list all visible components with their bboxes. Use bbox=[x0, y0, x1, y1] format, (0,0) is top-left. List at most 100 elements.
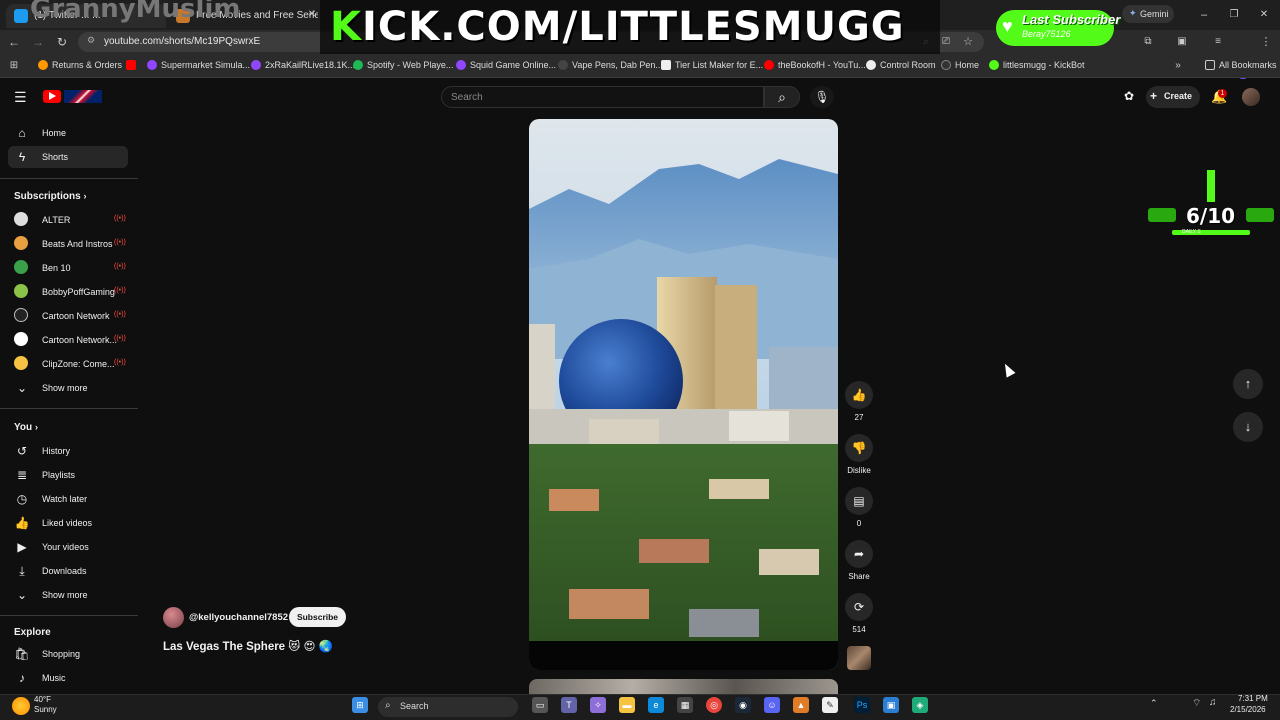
sidebar-item-liked-videos[interactable]: 👍 Liked videos bbox=[8, 512, 128, 534]
file-explorer-icon[interactable]: ▬ bbox=[619, 697, 635, 713]
sidebar-item-music[interactable]: ♪ Music bbox=[8, 667, 128, 689]
bookmark-item[interactable]: Returns & Orders bbox=[38, 60, 122, 70]
discord-icon[interactable]: ☺ bbox=[764, 697, 780, 713]
all-bookmarks[interactable]: All Bookmarks bbox=[1205, 60, 1277, 70]
clock-date[interactable]: 2/15/2026 bbox=[1230, 705, 1266, 714]
back-icon[interactable]: ← bbox=[6, 34, 22, 50]
sidebar-item-subscription[interactable]: ClipZone: Come... ((•)) bbox=[8, 353, 128, 375]
remix-count: 514 bbox=[852, 625, 866, 634]
teams-icon[interactable]: T bbox=[561, 697, 577, 713]
notepad-icon[interactable]: ✎ bbox=[822, 697, 838, 713]
app-icon[interactable]: ◈ bbox=[912, 697, 928, 713]
mouse-cursor bbox=[1000, 361, 1016, 378]
sidebar-item-label: Downloads bbox=[42, 566, 87, 576]
sidebar-item-history[interactable]: ↺ History bbox=[8, 440, 128, 462]
show-more-you[interactable]: ⌄ Show more bbox=[8, 584, 128, 606]
close-tab-icon[interactable]: ✕ bbox=[304, 7, 320, 23]
sidebar-item-watch-later[interactable]: ◷ Watch later bbox=[8, 488, 128, 510]
youtube-logo[interactable] bbox=[43, 90, 61, 103]
sidebar-item-subscription[interactable]: BobbyPoffGaming ((•)) bbox=[8, 281, 128, 303]
bookmark-item[interactable]: Squid Game Online... bbox=[456, 60, 556, 70]
avatar[interactable] bbox=[1242, 88, 1260, 106]
subscribe-button[interactable]: Subscribe bbox=[289, 607, 346, 627]
extensions-icon[interactable]: ⧉ bbox=[1140, 34, 1156, 50]
sidebar-item-subscription[interactable]: Beats And Instros ((•)) bbox=[8, 233, 128, 255]
sidebar-item-your-videos[interactable]: ▶ Your videos bbox=[8, 536, 128, 558]
bookmark-item[interactable]: Control Room bbox=[866, 60, 936, 70]
sound-thumbnail[interactable] bbox=[847, 646, 871, 670]
like-button[interactable]: 👍 27 bbox=[844, 381, 874, 422]
gear-icon[interactable]: ✿ bbox=[1124, 89, 1134, 103]
steam-icon[interactable]: ◉ bbox=[735, 697, 751, 713]
sidebar-item-subscription[interactable]: Ben 10 ((•)) bbox=[8, 257, 128, 279]
channel-avatar[interactable] bbox=[163, 607, 184, 628]
edge-icon[interactable]: e bbox=[648, 697, 664, 713]
sidebar-item-downloads[interactable]: ⤓ Downloads bbox=[8, 560, 128, 582]
comments-button[interactable]: ▤ 0 bbox=[844, 487, 874, 528]
minimize-icon[interactable]: – bbox=[1196, 7, 1212, 23]
taskbar-search[interactable]: ⌕ Search bbox=[378, 697, 518, 717]
remix-button[interactable]: ⟳ 514 bbox=[844, 593, 874, 634]
sidebar-item-home[interactable]: ⌂ Home bbox=[8, 122, 128, 144]
windows-start-icon[interactable]: ⊞ bbox=[352, 697, 368, 713]
app-icon[interactable]: ▣ bbox=[883, 697, 899, 713]
gemini-button[interactable]: ✦ Gemini bbox=[1122, 5, 1174, 23]
create-button[interactable]: + Create bbox=[1146, 86, 1200, 108]
thumbs-up-icon: 👍 bbox=[14, 516, 30, 530]
sidepanel-icon[interactable]: ▣ bbox=[1174, 34, 1190, 50]
volume-icon[interactable]: ♫ bbox=[1209, 697, 1217, 708]
forward-icon[interactable]: → bbox=[30, 34, 46, 50]
media-icon[interactable]: ≡ bbox=[1210, 34, 1226, 50]
sidebar-item-subscription[interactable]: ALTER ((•)) bbox=[8, 209, 128, 231]
dislike-button[interactable]: 👎 Dislike bbox=[844, 434, 874, 475]
search-input[interactable]: Search bbox=[441, 86, 764, 108]
vlc-icon[interactable]: ▲ bbox=[793, 697, 809, 713]
next-short-button[interactable]: ↓ bbox=[1233, 412, 1263, 442]
wifi-icon[interactable]: ⌔ bbox=[1192, 697, 1201, 710]
cast-icon[interactable]: ⎚ bbox=[938, 34, 954, 50]
bookmark-item[interactable]: littlesmugg - KickBot bbox=[989, 60, 1085, 70]
show-more-subscriptions[interactable]: ⌄ Show more bbox=[8, 377, 128, 399]
sidebar-item-subscription[interactable]: Cartoon Network ((•)) bbox=[8, 305, 128, 327]
reload-icon[interactable]: ↻ bbox=[54, 34, 70, 50]
history-icon: ↺ bbox=[16, 444, 28, 458]
channel-avatar bbox=[14, 236, 28, 250]
subscriptions-heading[interactable]: Subscriptions › bbox=[14, 191, 86, 202]
sidebar-item-playlists[interactable]: ≣ Playlists bbox=[8, 464, 128, 486]
next-short-preview[interactable] bbox=[529, 679, 838, 695]
live-icon: ((•)) bbox=[114, 359, 126, 366]
bookmark-item[interactable]: 2xRaKailRLive18.1K... bbox=[251, 60, 355, 70]
store-icon[interactable]: ▦ bbox=[677, 697, 693, 713]
bookmark-item[interactable]: Supermarket Simula... bbox=[147, 60, 250, 70]
channel-name[interactable]: @kellyouchannel7852 bbox=[189, 612, 288, 623]
share-button[interactable]: ➦ Share bbox=[844, 540, 874, 581]
hamburger-menu-icon[interactable]: ☰ bbox=[14, 89, 27, 106]
previous-short-button[interactable]: ↑ bbox=[1233, 369, 1263, 399]
copilot-icon[interactable]: ✧ bbox=[590, 697, 606, 713]
close-window-icon[interactable]: ✕ bbox=[1256, 7, 1272, 23]
clock-time[interactable]: 7:31 PM bbox=[1238, 694, 1268, 703]
chevron-up-icon[interactable]: ⌃ bbox=[1150, 698, 1158, 709]
bookmark-item[interactable]: theBookofH - YouTu... bbox=[764, 60, 866, 70]
bookmark-item[interactable]: Tier List Maker for E... bbox=[661, 60, 763, 70]
site-info-icon[interactable]: ⚙ bbox=[87, 35, 95, 46]
sidebar-item-subscription[interactable]: Cartoon Network... ((•)) bbox=[8, 329, 128, 351]
photoshop-icon[interactable]: Ps bbox=[854, 697, 870, 713]
chrome-icon[interactable]: ◎ bbox=[706, 697, 722, 713]
bookmark-star-icon[interactable]: ☆ bbox=[960, 34, 976, 50]
sidebar-item-shopping[interactable]: 🛍 Shopping bbox=[8, 643, 128, 665]
bookmark-item[interactable]: Spotify - Web Playe... bbox=[353, 60, 453, 70]
weather-sun-icon[interactable] bbox=[12, 697, 30, 715]
you-heading[interactable]: You › bbox=[14, 422, 38, 433]
more-bookmarks-icon[interactable]: » bbox=[1170, 58, 1186, 74]
short-video-player[interactable] bbox=[529, 119, 838, 670]
bookmark-item[interactable]: Vape Pens, Dab Pen... bbox=[558, 60, 663, 70]
task-view-icon[interactable]: ▭ bbox=[532, 697, 548, 713]
search-button[interactable]: ⌕ bbox=[764, 86, 800, 108]
menu-icon[interactable]: ⋮ bbox=[1258, 34, 1274, 50]
sidebar-item-shorts[interactable]: ϟ Shorts bbox=[8, 146, 128, 168]
voice-search-button[interactable]: 🎙 bbox=[810, 86, 834, 108]
apps-icon[interactable]: ⊞ bbox=[6, 58, 22, 74]
bookmark-item[interactable]: Home bbox=[941, 60, 979, 70]
maximize-icon[interactable]: ❐ bbox=[1226, 7, 1242, 23]
